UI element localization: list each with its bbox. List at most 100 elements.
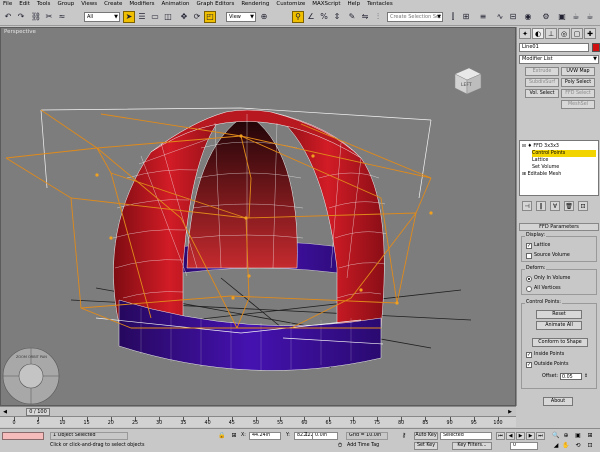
track-bar[interactable]: 0 5 10 15 20 25 30 35 40 45 50 55 60 65 70 75 80 85 90 95 10… (0, 416, 516, 427)
spinner-snap-icon[interactable]: ⇕ (331, 11, 343, 23)
redo-icon[interactable]: ↷ (15, 11, 27, 23)
named-selection-sets-field[interactable]: Create Selection Set ▼ (387, 12, 443, 22)
zoom-all-icon[interactable]: ⊕ (562, 432, 570, 440)
min-max-toggle-icon[interactable]: ⊡ (586, 442, 594, 450)
angle-snap-icon[interactable]: ∠ (305, 11, 317, 23)
expand-icon[interactable]: ⊟ (522, 144, 526, 149)
all-vertices-radio[interactable]: All Vertices (526, 285, 561, 292)
select-link-icon[interactable]: ⛓ (30, 11, 42, 23)
menu-create[interactable]: Create (104, 0, 122, 9)
rotate-icon[interactable]: ⟳ (191, 11, 203, 23)
vol-select-button[interactable]: Vol. Select (525, 89, 559, 98)
mirror-icon[interactable]: ⇋ (359, 11, 371, 23)
next-frame-icon[interactable]: ▶ (506, 408, 514, 416)
key-mode-icon[interactable]: ⚷ (400, 432, 408, 440)
stack-item-ffd[interactable]: ⊟ ♦ FFD 3x3x3 (522, 143, 598, 150)
mirror-tool-icon[interactable]: ⫿ (447, 11, 459, 23)
reset-button[interactable]: Reset (536, 310, 582, 319)
x-coordinate-field[interactable]: 44.24in (249, 432, 281, 440)
offset-spinner[interactable]: Offset: 0.05 ⇕ (542, 373, 588, 380)
menu-rendering[interactable]: Rendering (241, 0, 269, 9)
schematic-view-icon[interactable]: ⊟ (507, 11, 519, 23)
create-tab-icon[interactable]: ✦ (519, 28, 531, 39)
motion-tab-icon[interactable]: ◎ (558, 28, 570, 39)
viewport-label[interactable]: Perspective (4, 29, 36, 35)
snap-toggle-icon[interactable]: ⚲ (292, 11, 304, 23)
layer-manager-icon[interactable]: ≡ (477, 11, 489, 23)
set-key-button[interactable]: Set Key (414, 442, 438, 450)
prev-frame-icon[interactable]: ◀ (1, 408, 9, 416)
maximize-viewport-icon[interactable]: ⊞ (586, 432, 594, 440)
reference-coord-dropdown[interactable]: View ▼ (226, 12, 256, 22)
prev-key-icon[interactable]: ◀ (506, 432, 515, 440)
display-tab-icon[interactable]: ▢ (571, 28, 583, 39)
play-icon[interactable]: ▶ (516, 432, 525, 440)
hierarchy-tab-icon[interactable]: ⊥ (545, 28, 557, 39)
zoom-icon[interactable]: 🔍 (552, 432, 560, 440)
select-object-icon[interactable]: ➤ (123, 11, 135, 23)
menu-customize[interactable]: Customize (276, 0, 305, 9)
pin-stack-icon[interactable]: ⊣ (522, 201, 532, 211)
next-key-icon[interactable]: ▶ (526, 432, 535, 440)
goto-start-icon[interactable]: ⏮ (496, 432, 505, 440)
configure-sets-icon[interactable]: ⊡ (578, 201, 588, 211)
lattice-checkbox[interactable]: ✓ Lattice (526, 242, 550, 249)
conform-to-shape-button[interactable]: Conform to Shape (532, 338, 588, 347)
absolute-mode-icon[interactable]: ⊞ (230, 432, 238, 440)
named-selection-icon[interactable]: ✎ (346, 11, 358, 23)
object-color-swatch[interactable] (592, 43, 600, 52)
only-in-volume-radio[interactable]: Only In Volume (526, 275, 570, 282)
lock-selection-icon[interactable]: 🔒 (218, 432, 226, 440)
show-end-result-icon[interactable]: ‖ (536, 201, 546, 211)
uvw-map-button[interactable]: UVW Map (561, 67, 595, 76)
stack-item-set-volume[interactable]: Set Volume (532, 164, 596, 171)
scale-icon[interactable]: ◰ (204, 11, 216, 23)
menu-maxscript[interactable]: MAXScript (312, 0, 340, 9)
object-name-field[interactable]: Line01 (519, 43, 589, 52)
expand-icon[interactable]: ⊞ (522, 172, 526, 177)
menu-tools[interactable]: Tools (37, 0, 51, 9)
render-setup-icon[interactable]: ⚙ (540, 11, 552, 23)
perspective-viewport[interactable]: Perspective LEFT ZOOM ORBIT PAN (0, 27, 516, 406)
rect-selection-icon[interactable]: ▭ (149, 11, 161, 23)
pivot-center-icon[interactable]: ⊕ (258, 11, 270, 23)
current-frame-field[interactable]: 0 (510, 442, 538, 450)
menu-edit[interactable]: Edit (19, 0, 30, 9)
animate-all-button[interactable]: Animate All (536, 321, 582, 330)
about-button[interactable]: About (543, 397, 573, 406)
maxscript-listener-mini[interactable] (2, 432, 44, 440)
goto-end-icon[interactable]: ⏭ (536, 432, 545, 440)
ffd-select-button[interactable]: FFD Select (561, 89, 595, 98)
stack-item-control-points[interactable]: Control Points (532, 150, 596, 157)
mesh-select-button[interactable]: MeshSel (561, 100, 595, 109)
key-set-dropdown[interactable]: Selected (440, 432, 492, 440)
zoom-extents-icon[interactable]: ▣ (574, 432, 582, 440)
pan-icon[interactable]: ✋ (562, 442, 570, 450)
inside-points-checkbox[interactable]: ✓ Inside Points (526, 351, 564, 358)
poly-select-button[interactable]: Poly Select (561, 78, 595, 87)
render-production-icon[interactable]: ☕ (584, 11, 596, 23)
add-time-tag[interactable]: Add Time Tag (347, 442, 379, 450)
z-coordinate-field[interactable]: 0.0in (312, 432, 338, 440)
source-volume-checkbox[interactable]: Source Volume (526, 252, 570, 259)
bulb-icon[interactable]: ♦ (528, 144, 532, 149)
make-unique-icon[interactable]: ∀ (550, 201, 560, 211)
render-frame-icon[interactable]: ▣ (556, 11, 568, 23)
ffd-parameters-rollout[interactable]: FFD Parameters (519, 223, 599, 231)
selection-filter-dropdown[interactable]: All ▼ (84, 12, 120, 22)
menu-group[interactable]: Group (57, 0, 74, 9)
spinner-arrows-icon[interactable]: ⇕ (584, 373, 588, 380)
time-slider[interactable]: ◀ 0 / 100 ▶ (0, 406, 516, 416)
menu-animation[interactable]: Animation (162, 0, 190, 9)
modifier-list-dropdown[interactable]: Modifier List ▼ (519, 55, 599, 64)
percent-snap-icon[interactable]: % (318, 11, 330, 23)
quick-render-icon[interactable]: ☕ (570, 11, 582, 23)
menu-graph-editors[interactable]: Graph Editors (197, 0, 235, 9)
select-by-name-icon[interactable]: ☰ (136, 11, 148, 23)
time-slider-thumb[interactable]: 0 / 100 (26, 408, 50, 416)
modifier-stack[interactable]: ⊟ ♦ FFD 3x3x3 Control Points Lattice Set… (519, 140, 599, 196)
menu-tentacles[interactable]: Tentacles (367, 0, 393, 9)
stack-item-lattice[interactable]: Lattice (532, 157, 596, 164)
align-tool-icon[interactable]: ⊞ (460, 11, 472, 23)
unlink-icon[interactable]: ✂ (43, 11, 55, 23)
